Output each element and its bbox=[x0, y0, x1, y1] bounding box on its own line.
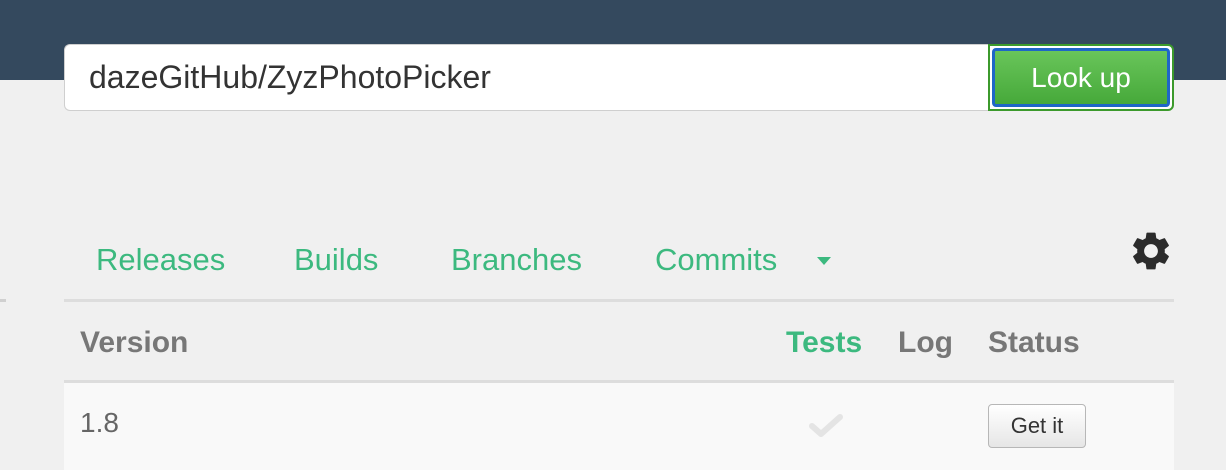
table-header: Version Tests Log Status bbox=[64, 302, 1174, 380]
tab-branches[interactable]: Branches bbox=[451, 242, 582, 278]
get-it-button[interactable]: Get it bbox=[988, 404, 1086, 448]
caret-down-icon[interactable] bbox=[817, 257, 831, 265]
side-divider bbox=[0, 299, 6, 302]
column-header-log: Log bbox=[898, 326, 953, 359]
version-cell: 1.8 bbox=[80, 407, 119, 438]
lookup-button-frame: Look up bbox=[988, 44, 1174, 111]
column-header-version: Version bbox=[80, 326, 189, 359]
tab-bar: Releases Builds Branches Commits bbox=[64, 230, 1174, 300]
table-row: 1.8 Get it bbox=[64, 383, 1174, 470]
check-icon bbox=[809, 414, 843, 437]
repo-search-form: Look up bbox=[64, 44, 1174, 111]
tab-builds[interactable]: Builds bbox=[294, 242, 378, 278]
tab-commits[interactable]: Commits bbox=[655, 242, 777, 278]
repo-search-input[interactable] bbox=[64, 44, 988, 111]
lookup-button[interactable]: Look up bbox=[992, 48, 1170, 107]
tab-releases[interactable]: Releases bbox=[96, 242, 225, 278]
gear-icon[interactable] bbox=[1128, 228, 1174, 274]
column-header-status: Status bbox=[988, 326, 1080, 359]
column-header-tests[interactable]: Tests bbox=[786, 326, 862, 360]
